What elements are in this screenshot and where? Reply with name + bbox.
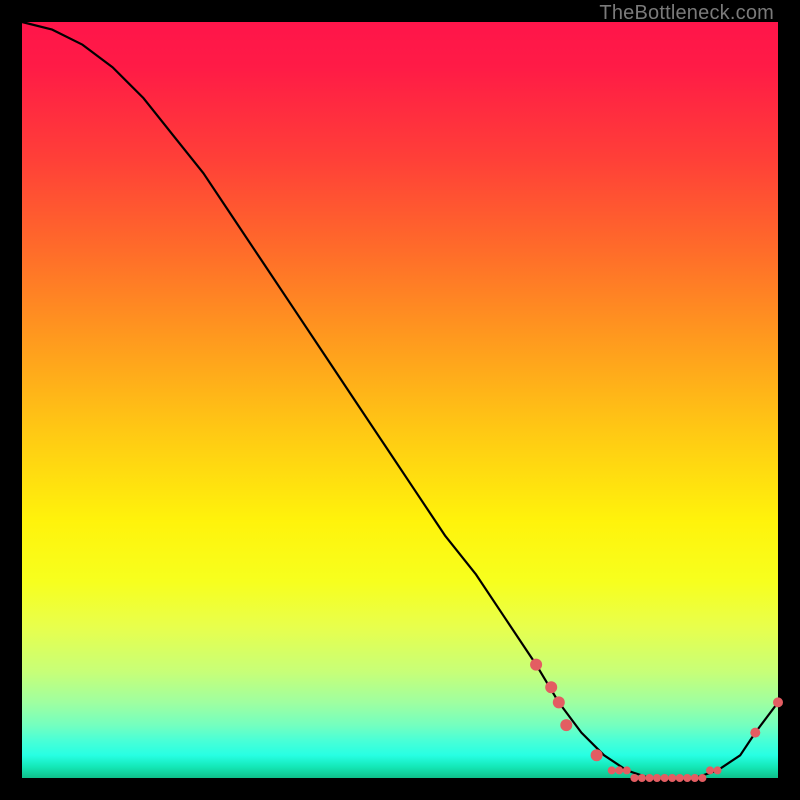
chart-overlay [22, 22, 778, 778]
marker-point [615, 766, 623, 774]
marker-point [560, 719, 572, 731]
marker-point [545, 681, 557, 693]
marker-point [553, 696, 565, 708]
marker-point [646, 774, 654, 782]
marker-point [714, 766, 722, 774]
marker-point [683, 774, 691, 782]
chart-frame: TheBottleneck.com [0, 0, 800, 800]
marker-point [530, 659, 542, 671]
marker-point [653, 774, 661, 782]
marker-point [750, 728, 760, 738]
marker-point [698, 774, 706, 782]
marker-point [623, 766, 631, 774]
marker-group [530, 659, 783, 782]
marker-point [608, 766, 616, 774]
marker-point [638, 774, 646, 782]
bottleneck-curve [22, 22, 778, 778]
marker-point [706, 766, 714, 774]
marker-point [661, 774, 669, 782]
marker-point [676, 774, 684, 782]
marker-point [773, 697, 783, 707]
marker-point [668, 774, 676, 782]
marker-point [630, 774, 638, 782]
marker-point [691, 774, 699, 782]
marker-point [591, 749, 603, 761]
